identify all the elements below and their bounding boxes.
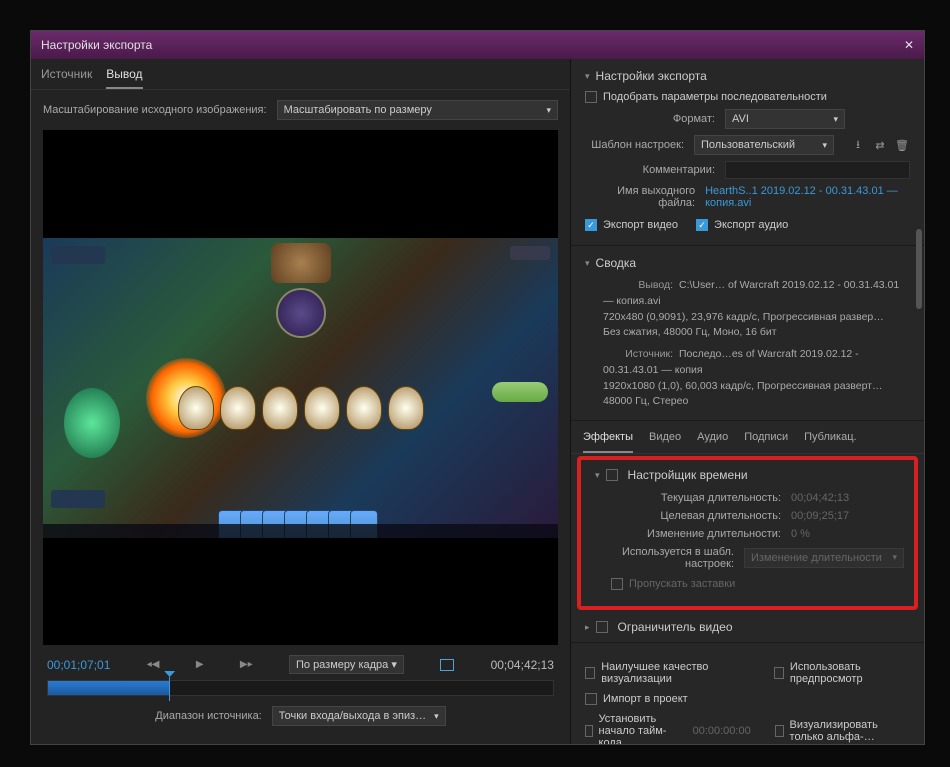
time-ruler[interactable] [47,680,554,696]
preview-area [43,130,558,645]
video-limiter-label[interactable]: Ограничитель видео [618,620,733,634]
summary-source: Источник:Последо…es of Warcraft 2019.02.… [585,347,910,410]
time-tuner-label: Настройщик времени [628,468,748,482]
play-icon[interactable]: ▶ [196,659,204,670]
export-video-checkbox[interactable] [585,219,597,231]
game-top-ui [271,243,331,283]
time-tuner-section: Настройщик времени Текущая длительность:… [577,456,918,610]
scrollbar-thumb[interactable] [916,229,922,309]
comment-input[interactable] [725,161,910,179]
hud-bottom [43,524,558,538]
outname-label: Имя выходного файла: [585,185,695,209]
window-title: Настройки экспорта [41,38,152,52]
rtab-publish[interactable]: Публикац. [804,423,856,453]
range-label: Диапазон источника: [155,710,261,722]
opponent-hero [276,288,326,338]
timecode-value: 00:00:00:00 [693,725,751,737]
playhead[interactable] [169,677,170,701]
end-turn-button [492,382,548,402]
close-icon[interactable]: ✕ [904,38,914,52]
import-preset-icon[interactable]: ⇄ [872,137,888,153]
time-tuner-checkbox[interactable] [606,469,618,481]
export-dialog: Настройки экспорта ✕ Источник Вывод Масш… [30,30,925,745]
tab-output[interactable]: Вывод [106,67,142,89]
summary-output: Вывод:C:\User… of Warcraft 2019.02.12 - … [585,278,910,341]
used-in-preset-select: Изменение длительности [744,548,904,568]
timeline-controls: 00;01;07;01 ◂◀ ▶ ▶▸ По размеру кадра ▾ 0… [31,645,570,744]
summary-header[interactable]: Сводка [585,256,910,270]
preset-select[interactable]: Пользовательский [694,135,834,155]
best-quality-checkbox[interactable] [585,667,595,679]
set-timecode-checkbox[interactable] [585,725,593,737]
format-label: Формат: [585,113,715,125]
right-tabs: Эффекты Видео Аудио Подписи Публикац. [571,423,924,454]
rtab-captions[interactable]: Подписи [744,423,788,453]
hud-corner [510,246,550,260]
render-alpha-checkbox[interactable] [775,725,784,737]
video-limiter-checkbox[interactable] [596,621,608,633]
preview-image [43,238,558,538]
player-nameplate [51,490,105,508]
time-in[interactable]: 00;01;07;01 [47,658,110,672]
titlebar: Настройки экспорта ✕ [31,31,924,59]
comment-label: Комментарии: [585,164,715,176]
current-duration: 00;04;42;13 [791,492,849,504]
rtab-effects[interactable]: Эффекты [583,423,633,453]
left-tabs: Источник Вывод [31,59,570,90]
skip-splash-checkbox [611,578,623,590]
scale-select[interactable]: Масштабировать по размеру [277,100,558,120]
delete-preset-icon[interactable]: 🗑 [894,137,910,153]
import-project-checkbox[interactable] [585,693,597,705]
rtab-video[interactable]: Видео [649,423,681,453]
fit-select[interactable]: По размеру кадра ▾ [289,655,404,674]
right-panel: Настройки экспорта Подобрать параметры п… [571,59,924,744]
duration-change: 0 % [791,528,810,540]
save-preset-icon[interactable]: ⭳ [850,137,866,153]
outname-link[interactable]: HearthS..1 2019.02.12 - 00.31.43.01 — ко… [705,185,910,209]
opponent-nameplate [51,246,105,264]
range-select[interactable]: Точки входа/выхода в эпиз… [272,706,446,726]
time-out: 00;04;42;13 [491,658,554,672]
step-back-icon[interactable]: ◂◀ [147,659,160,670]
tab-source[interactable]: Источник [41,67,92,89]
match-seq-label: Подобрать параметры последовательности [603,91,827,103]
export-audio-checkbox[interactable] [696,219,708,231]
minion-row [95,373,507,443]
rtab-audio[interactable]: Аудио [697,423,728,453]
preset-label: Шаблон настроек: [585,139,684,151]
export-settings-header[interactable]: Настройки экспорта [585,69,910,83]
format-select[interactable]: AVI [725,109,845,129]
scale-label: Масштабирование исходного изображения: [43,104,267,116]
use-preview-checkbox[interactable] [774,667,784,679]
match-seq-checkbox[interactable] [585,91,597,103]
left-panel: Источник Вывод Масштабирование исходного… [31,59,571,744]
aspect-icon[interactable] [440,659,454,671]
target-duration: 00;09;25;17 [791,510,849,522]
step-fwd-icon[interactable]: ▶▸ [240,659,253,670]
